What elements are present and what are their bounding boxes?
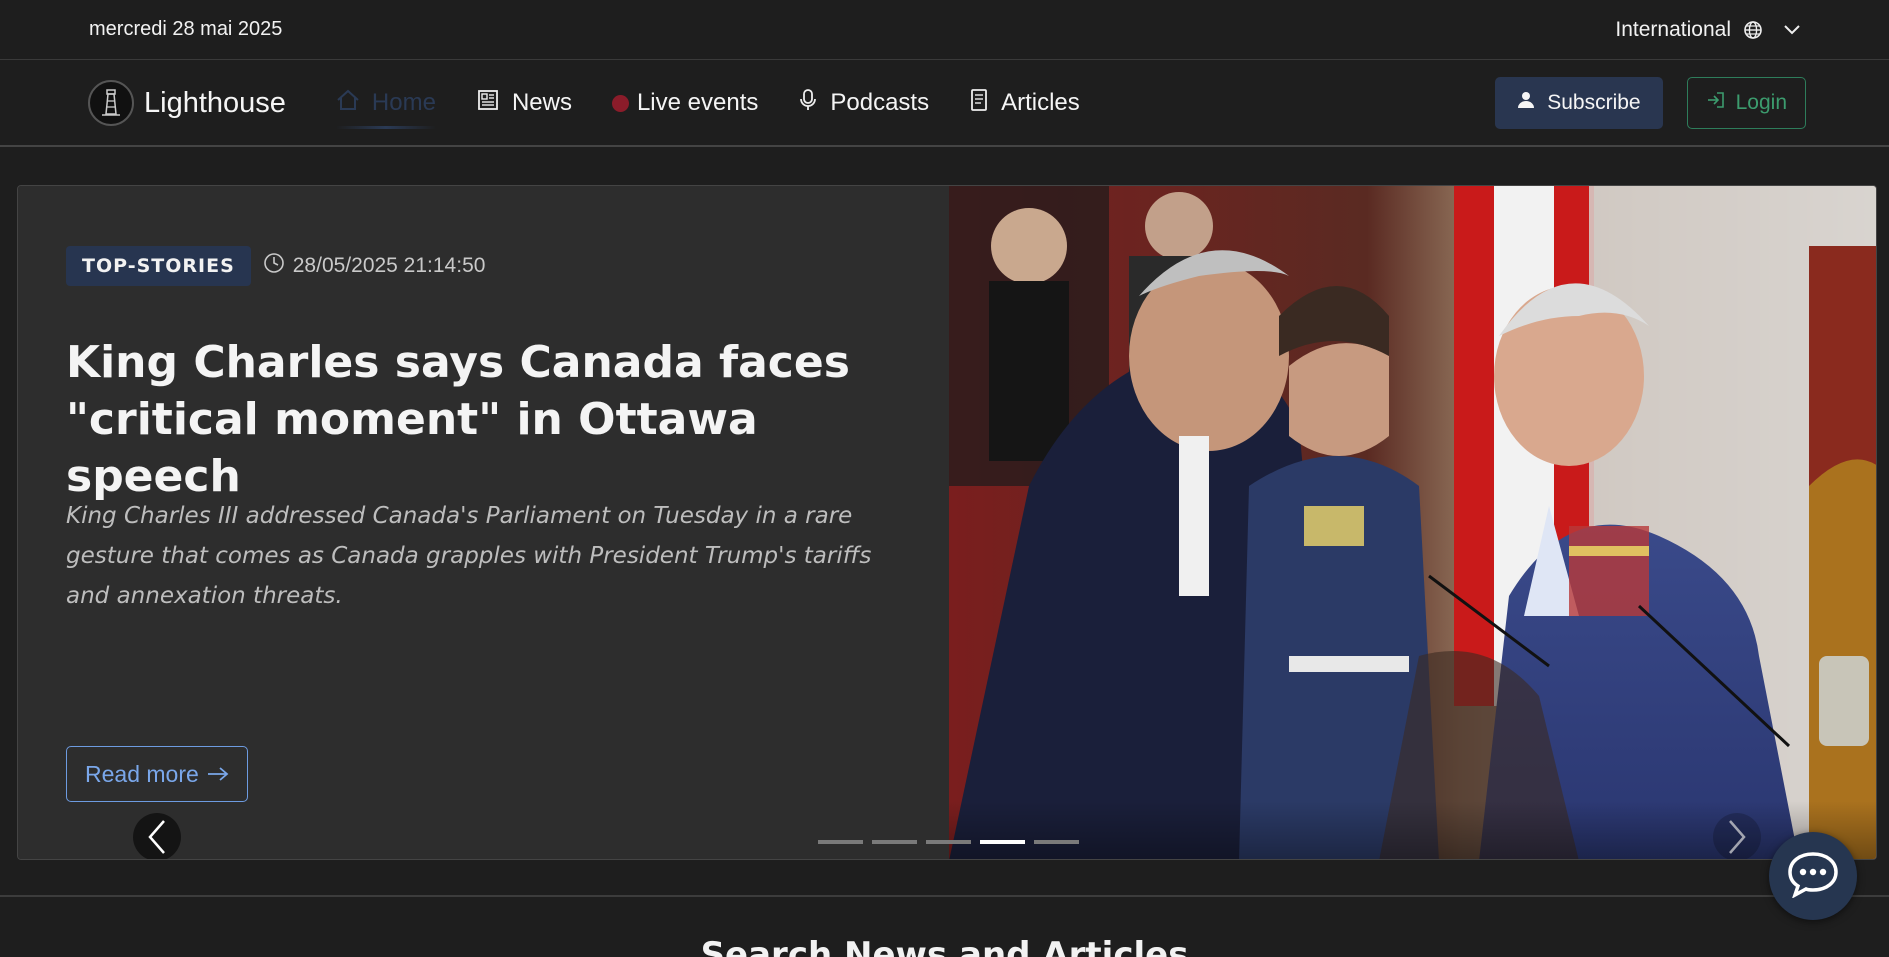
nav-news[interactable]: News <box>456 73 592 133</box>
carousel-indicator[interactable] <box>980 840 1025 844</box>
subscribe-label: Subscribe <box>1547 91 1641 114</box>
nav-podcasts[interactable]: Podcasts <box>778 73 949 133</box>
search-section-title: Search News and Articles <box>700 935 1189 957</box>
login-label: Login <box>1735 91 1787 114</box>
story-meta: TOP-STORIES 28/05/2025 21:14:50 <box>66 246 485 286</box>
carousel-indicator[interactable] <box>926 840 971 844</box>
top-bar: mercredi 28 mai 2025 International <box>0 0 1889 60</box>
login-button[interactable]: Login <box>1686 77 1806 129</box>
nav-home-label: Home <box>371 89 436 116</box>
hero-carousel: TOP-STORIES 28/05/2025 21:14:50 King Cha… <box>17 185 1877 860</box>
region-selector[interactable]: International <box>1615 18 1801 42</box>
story-photo[interactable] <box>949 186 1876 859</box>
nav-podcasts-label: Podcasts <box>830 89 930 116</box>
main-navbar: Lighthouse Home News Live events Podcast… <box>0 61 1889 147</box>
brand[interactable]: Lighthouse <box>88 80 286 126</box>
nav-home[interactable]: Home <box>316 73 456 133</box>
globe-icon <box>1743 20 1763 40</box>
carousel-indicators <box>818 840 1079 844</box>
carousel-prev-button[interactable] <box>133 813 181 859</box>
subscribe-button[interactable]: Subscribe <box>1495 77 1663 129</box>
nav-articles[interactable]: Articles <box>949 73 1100 133</box>
hero-content: TOP-STORIES 28/05/2025 21:14:50 King Cha… <box>18 186 949 859</box>
carousel-next-button[interactable] <box>1713 813 1761 859</box>
story-headline[interactable]: King Charles says Canada faces "critical… <box>66 334 906 505</box>
region-label: International <box>1615 17 1731 41</box>
carousel-indicator[interactable] <box>872 840 917 844</box>
category-badge[interactable]: TOP-STORIES <box>66 246 251 286</box>
nav-live-events[interactable]: Live events <box>592 73 778 133</box>
microphone-icon <box>798 88 818 119</box>
read-more-button[interactable]: Read more <box>66 746 248 802</box>
chevron-down-icon <box>1783 24 1801 36</box>
document-icon <box>969 88 989 119</box>
nav-articles-label: Articles <box>1001 89 1080 116</box>
nav-actions: Subscribe Login <box>1495 77 1806 129</box>
story-timestamp: 28/05/2025 21:14:50 <box>263 252 486 280</box>
home-icon <box>336 89 360 118</box>
chat-bubble-icon <box>1787 850 1839 903</box>
carousel-indicator[interactable] <box>1034 840 1079 844</box>
clock-icon <box>263 252 285 280</box>
story-summary: King Charles III addressed Canada's Parl… <box>66 503 872 609</box>
nav-live-events-label: Live events <box>636 89 759 116</box>
current-date: mercredi 28 mai 2025 <box>89 18 283 40</box>
chat-button[interactable] <box>1769 832 1857 920</box>
nav-news-label: News <box>511 89 572 116</box>
carousel-indicator[interactable] <box>818 840 863 844</box>
timestamp-text: 28/05/2025 21:14:50 <box>292 254 486 277</box>
newspaper-icon <box>476 89 500 118</box>
live-dot-icon <box>611 94 629 112</box>
arrow-right-icon <box>207 761 229 788</box>
brand-name: Lighthouse <box>144 86 286 119</box>
read-more-label: Read more <box>85 760 199 787</box>
user-icon <box>1517 91 1535 115</box>
login-icon <box>1706 90 1726 116</box>
lighthouse-logo-icon <box>88 80 134 126</box>
section-divider <box>0 895 1889 897</box>
